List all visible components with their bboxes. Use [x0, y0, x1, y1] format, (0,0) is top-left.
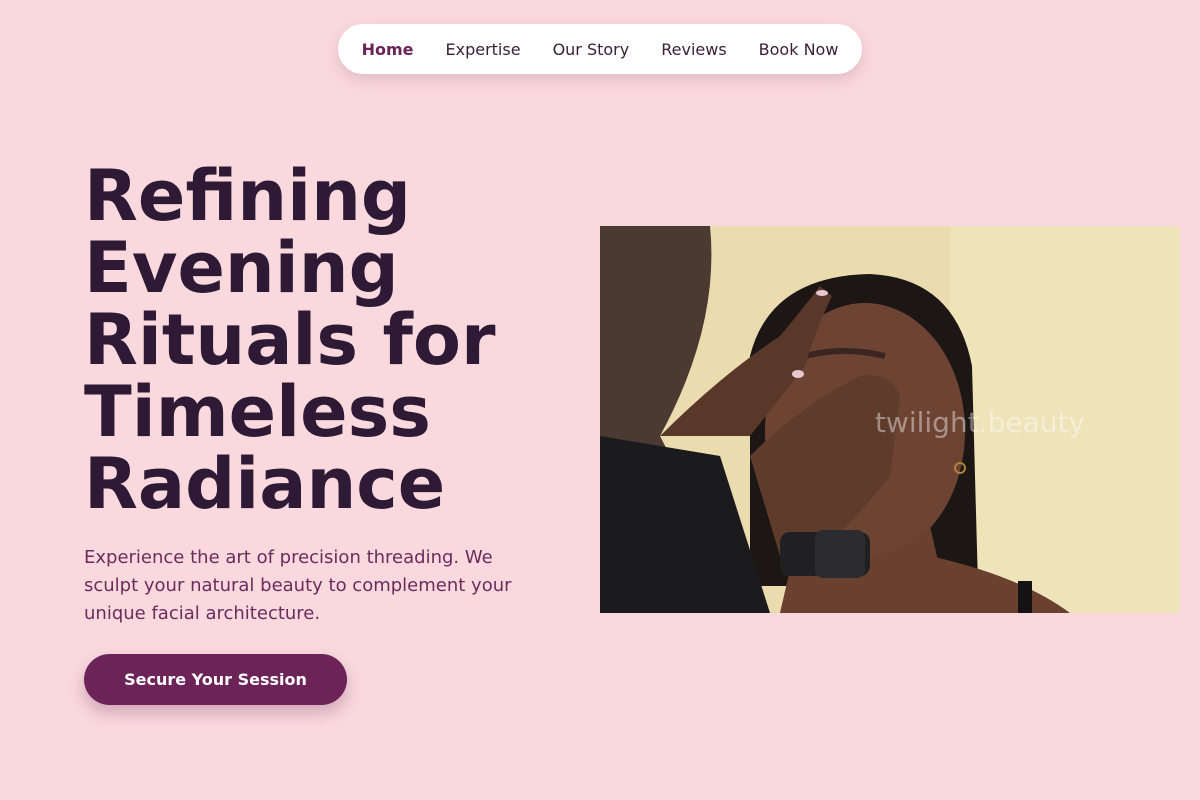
hero-title-line: Timeless — [84, 371, 431, 453]
secure-session-button[interactable]: Secure Your Session — [84, 654, 347, 705]
hero-title: Refining Evening Rituals for Timeless Ra… — [84, 160, 564, 520]
nav-expertise-link[interactable]: Expertise — [446, 40, 521, 59]
hero-subtitle: Experience the art of precision threadin… — [84, 547, 512, 624]
hero-title-line: Evening — [84, 227, 399, 309]
main-nav: Home Expertise Our Story Reviews Book No… — [338, 24, 862, 74]
hero-photo: twilight.beauty — [600, 226, 1180, 613]
nav-book-now-link[interactable]: Book Now — [759, 40, 839, 59]
nav-our-story-link[interactable]: Our Story — [553, 40, 630, 59]
hero-title-line: Radiance — [84, 443, 446, 525]
hero-title-line: Refining — [84, 155, 412, 237]
nav-reviews-link[interactable]: Reviews — [661, 40, 726, 59]
photo-watermark: twilight.beauty — [874, 406, 1086, 439]
hero-title-line: Rituals for — [84, 299, 496, 381]
nav-home-link[interactable]: Home — [362, 40, 414, 59]
